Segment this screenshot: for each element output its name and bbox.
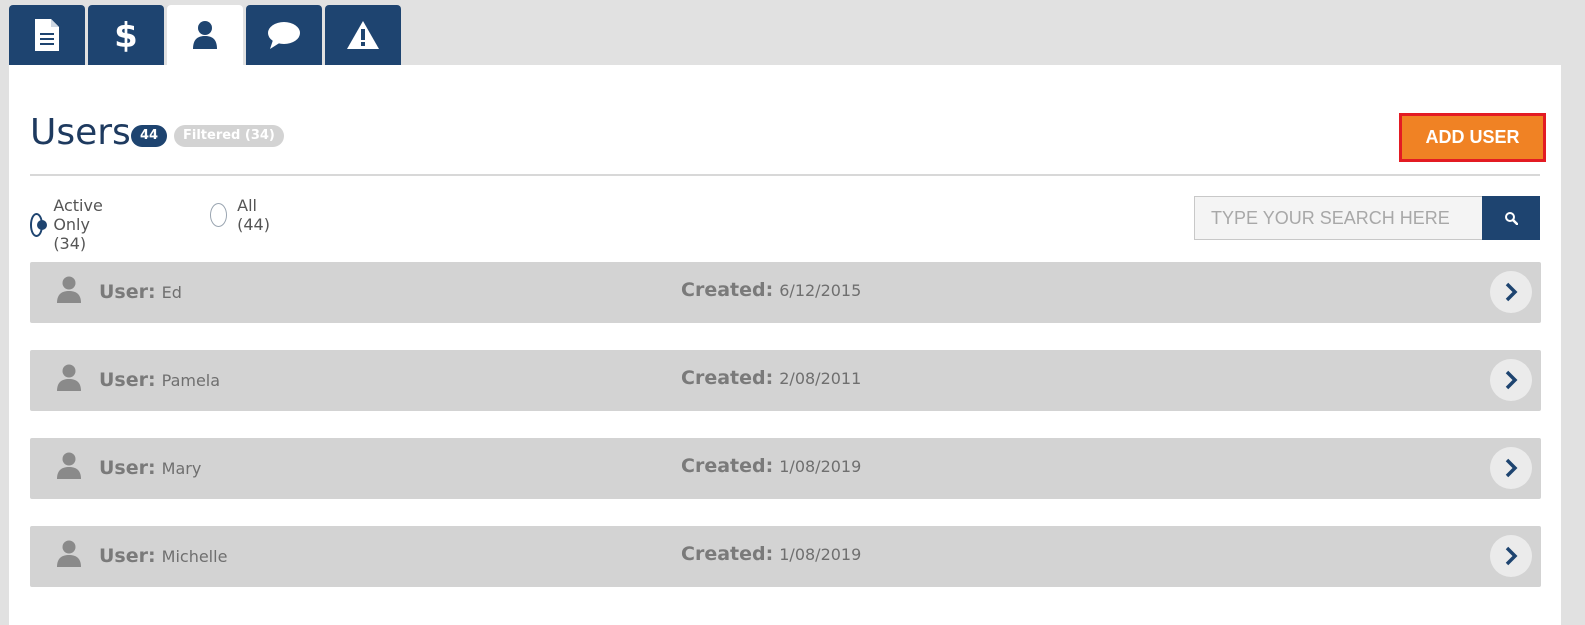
document-icon [35,19,59,51]
open-user-button[interactable] [1490,447,1532,489]
tab-users[interactable] [167,5,243,65]
open-user-button[interactable] [1490,271,1532,313]
search-button[interactable] [1482,196,1540,240]
radio-active-only-circle[interactable] [30,212,48,237]
user-row[interactable]: User: Pamela Created: 2/08/2011 [30,350,1541,411]
user-row[interactable]: User: Ed Created: 6/12/2015 [30,262,1541,323]
header-divider [30,174,1540,176]
user-name: User: Ed [99,281,182,303]
tab-alerts[interactable] [325,5,401,65]
chat-bubble-icon [268,22,300,49]
radio-all-circle[interactable] [210,203,228,227]
user-name: User: Michelle [99,545,228,567]
svg-text:$: $ [114,16,138,54]
user-icon [57,540,81,567]
add-user-button[interactable]: ADD USER [1399,113,1546,162]
warning-icon [347,21,379,49]
open-user-button[interactable] [1490,359,1532,401]
search-icon [1505,212,1518,225]
page-title: Users [30,112,131,153]
users-panel: Users 44 Filtered (34) ADD USER Active O… [9,65,1561,625]
filtered-badge: Filtered (34) [174,125,284,147]
user-name: User: Mary [99,457,202,479]
chevron-right-icon [1505,370,1518,390]
user-created: Created: 2/08/2011 [681,367,862,389]
search-input[interactable] [1194,196,1482,240]
radio-all-label: All (44) [237,196,270,234]
search-bar [1194,196,1540,240]
radio-active-only[interactable]: Active Only (34) [30,196,114,253]
tab-billing[interactable]: $ [88,5,164,65]
user-row[interactable]: User: Mary Created: 1/08/2019 [30,438,1541,499]
tab-messages[interactable] [246,5,322,65]
chevron-right-icon [1505,282,1518,302]
user-icon [57,276,81,303]
chevron-right-icon [1505,458,1518,478]
user-icon [193,21,217,49]
user-name: User: Pamela [99,369,221,391]
radio-all[interactable]: All (44) [210,196,277,234]
user-created: Created: 1/08/2019 [681,543,862,565]
user-icon [57,452,81,479]
count-badge: 44 [131,125,168,147]
user-created: Created: 6/12/2015 [681,279,862,301]
chevron-right-icon [1505,546,1518,566]
dollar-icon: $ [114,16,138,54]
user-icon [57,364,81,391]
open-user-button[interactable] [1490,535,1532,577]
user-created: Created: 1/08/2019 [681,455,862,477]
user-row[interactable]: User: Michelle Created: 1/08/2019 [30,526,1541,587]
tab-documents[interactable] [9,5,85,65]
radio-active-only-label: Active Only (34) [53,196,103,253]
